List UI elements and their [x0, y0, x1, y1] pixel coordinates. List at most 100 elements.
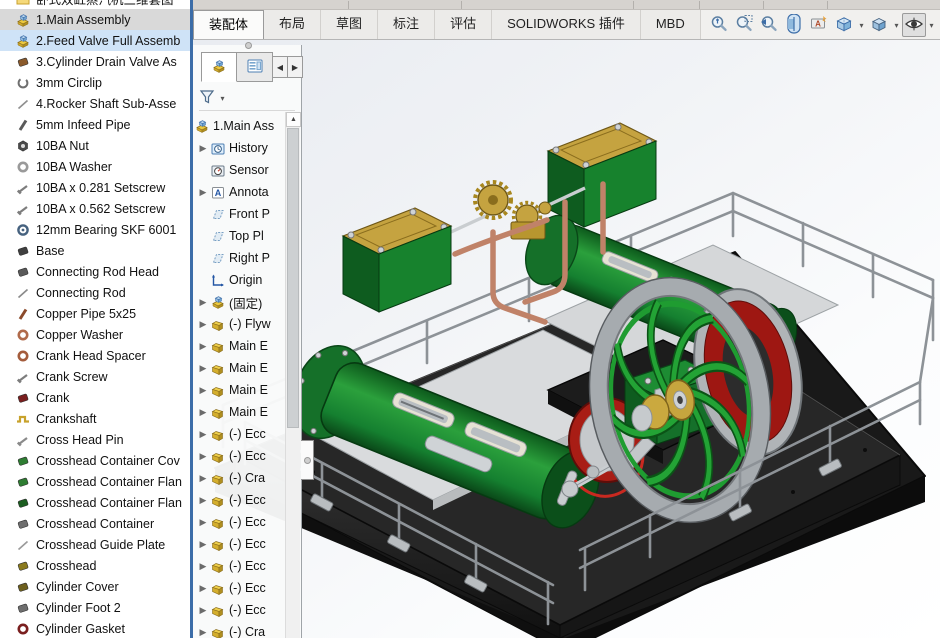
tab-display-pane[interactable] — [237, 52, 273, 82]
tree-item[interactable]: ▶ Main E — [193, 357, 285, 379]
display-style-button[interactable] — [867, 13, 891, 37]
sidebar-item[interactable]: Cylinder Gasket — [0, 618, 190, 638]
sidebar-item[interactable]: Crankshaft — [0, 408, 190, 429]
tree-item[interactable]: ▶ A Annota — [193, 181, 285, 203]
expand-arrow-icon[interactable]: ▶ — [197, 561, 209, 572]
tab-评估[interactable]: 评估 — [435, 10, 492, 39]
view-orientation-button[interactable] — [832, 13, 856, 37]
chevron-down-icon[interactable]: ▾ — [892, 21, 901, 30]
sidebar-item[interactable]: Crosshead Container Flan — [0, 492, 190, 513]
sidebar-item[interactable]: 3mm Circlip — [0, 72, 190, 93]
tab-布局[interactable]: 布局 — [264, 10, 321, 39]
sidebar-item[interactable]: 2.Feed Valve Full Assemb — [0, 30, 190, 51]
tree-item[interactable]: ▶ (-) Ecc — [193, 533, 285, 555]
tree-item[interactable]: 1.Main Ass — [193, 115, 285, 137]
chevron-down-icon[interactable]: ▾ — [927, 21, 936, 30]
engine-3d-model[interactable] — [193, 40, 940, 638]
tree-item[interactable]: ▶ (-) Ecc — [193, 555, 285, 577]
tree-item[interactable]: ▶ (-) Cra — [193, 621, 285, 638]
sidebar-item[interactable]: Base — [0, 240, 190, 261]
sidebar-item[interactable]: Copper Washer — [0, 324, 190, 345]
expand-arrow-icon[interactable]: ▶ — [197, 363, 209, 374]
zoom-to-area-button[interactable] — [732, 13, 756, 37]
previous-view-button[interactable] — [757, 13, 781, 37]
sidebar-item[interactable]: Copper Pipe 5x25 — [0, 303, 190, 324]
chevron-down-icon[interactable]: ▾ — [857, 21, 866, 30]
expand-arrow-icon[interactable]: ▶ — [197, 319, 209, 330]
graphics-viewport[interactable] — [193, 40, 940, 638]
expand-arrow-icon[interactable]: ▶ — [197, 341, 209, 352]
panel-collapse-handle[interactable] — [301, 440, 314, 480]
expand-arrow-icon[interactable]: ▶ — [197, 187, 209, 198]
tree-item[interactable]: Right P — [193, 247, 285, 269]
tree-item[interactable]: ▶ (-) Ecc — [193, 577, 285, 599]
expand-arrow-icon[interactable]: ▶ — [197, 143, 209, 154]
tab-MBD[interactable]: MBD — [641, 10, 701, 39]
expand-arrow-icon[interactable]: ▶ — [197, 605, 209, 616]
tab-SOLIDWORKS 插件[interactable]: SOLIDWORKS 插件 — [492, 10, 641, 39]
expand-arrow-icon[interactable]: ▶ — [197, 539, 209, 550]
tree-item[interactable]: Sensor — [193, 159, 285, 181]
tree-tab-right-arrow[interactable]: ▶ — [288, 56, 303, 78]
sidebar-item[interactable]: 10BA x 0.562 Setscrew — [0, 198, 190, 219]
sidebar-item[interactable]: 5mm Infeed Pipe — [0, 114, 190, 135]
tree-scrollbar[interactable]: ▲ — [285, 112, 300, 638]
tree-item[interactable]: ▶ (固定) — [193, 291, 285, 313]
expand-arrow-icon[interactable]: ▶ — [197, 473, 209, 484]
tree-item[interactable]: ▶ Main E — [193, 401, 285, 423]
panel-splitter-dot[interactable] — [245, 42, 252, 49]
sidebar-item[interactable]: Crank Head Spacer — [0, 345, 190, 366]
tree-item[interactable]: ▶ Main E — [193, 335, 285, 357]
expand-arrow-icon[interactable]: ▶ — [197, 407, 209, 418]
sidebar-item[interactable]: Cylinder Foot 2 — [0, 597, 190, 618]
tree-item[interactable]: Origin — [193, 269, 285, 291]
sidebar-item[interactable]: Crosshead — [0, 555, 190, 576]
sidebar-item[interactable]: Cylinder Cover — [0, 576, 190, 597]
sidebar-item[interactable]: Connecting Rod Head — [0, 261, 190, 282]
expand-arrow-icon[interactable]: ▶ — [197, 385, 209, 396]
sidebar-item[interactable]: Connecting Rod — [0, 282, 190, 303]
sidebar-item[interactable]: Cross Head Pin — [0, 429, 190, 450]
tree-item[interactable]: ▶ (-) Ecc — [193, 511, 285, 533]
expand-arrow-icon[interactable]: ▶ — [197, 297, 209, 308]
expand-arrow-icon[interactable]: ▶ — [197, 495, 209, 506]
sidebar-item[interactable]: Crank Screw — [0, 366, 190, 387]
tree-item[interactable]: ▶ (-) Ecc — [193, 445, 285, 467]
sidebar-item[interactable]: Crosshead Guide Plate — [0, 534, 190, 555]
tab-装配体[interactable]: 装配体 — [193, 10, 264, 39]
expand-arrow-icon[interactable]: ▶ — [197, 517, 209, 528]
scroll-thumb[interactable] — [287, 128, 299, 428]
scroll-up-button[interactable]: ▲ — [286, 112, 301, 127]
sidebar-item[interactable]: Crosshead Container Flan — [0, 471, 190, 492]
sidebar-item[interactable]: Crosshead Container Cov — [0, 450, 190, 471]
sidebar-item[interactable]: 1.Main Assembly — [0, 9, 190, 30]
tree-item[interactable]: ▶ (-) Cra — [193, 467, 285, 489]
hide-show-items-button[interactable] — [902, 13, 926, 37]
sidebar-item[interactable]: 10BA Nut — [0, 135, 190, 156]
sidebar-item[interactable]: 10BA Washer — [0, 156, 190, 177]
sidebar-item[interactable]: 3.Cylinder Drain Valve As — [0, 51, 190, 72]
expand-arrow-icon[interactable]: ▶ — [197, 583, 209, 594]
expand-arrow-icon[interactable]: ▶ — [197, 451, 209, 462]
sidebar-item[interactable]: 10BA x 0.281 Setscrew — [0, 177, 190, 198]
tree-tab-left-arrow[interactable]: ◀ — [273, 56, 288, 78]
tab-标注[interactable]: 标注 — [378, 10, 435, 39]
sidebar-item[interactable]: Crosshead Container — [0, 513, 190, 534]
sidebar-item[interactable]: 12mm Bearing SKF 6001 — [0, 219, 190, 240]
front-valve-chest[interactable] — [343, 208, 451, 312]
tree-item[interactable]: ▶ (-) Flyw — [193, 313, 285, 335]
tree-item[interactable]: ▶ (-) Ecc — [193, 599, 285, 621]
annotation-visibility-button[interactable]: A — [807, 13, 831, 37]
expand-arrow-icon[interactable]: ▶ — [197, 627, 209, 638]
sidebar-item[interactable]: 4.Rocker Shaft Sub-Asse — [0, 93, 190, 114]
sidebar-item-clipped[interactable]: 卧式双缸蒸汽机三维套图 — [0, 0, 190, 9]
tree-item[interactable]: ▶ (-) Ecc — [193, 423, 285, 445]
tree-item[interactable]: ▶ Main E — [193, 379, 285, 401]
tab-草图[interactable]: 草图 — [321, 10, 378, 39]
tree-item[interactable]: Top Pl — [193, 225, 285, 247]
tab-feature-manager[interactable] — [201, 52, 237, 82]
expand-arrow-icon[interactable]: ▶ — [197, 429, 209, 440]
zoom-to-fit-button[interactable] — [707, 13, 731, 37]
sidebar-item[interactable]: Crank — [0, 387, 190, 408]
section-view-button[interactable] — [782, 13, 806, 37]
